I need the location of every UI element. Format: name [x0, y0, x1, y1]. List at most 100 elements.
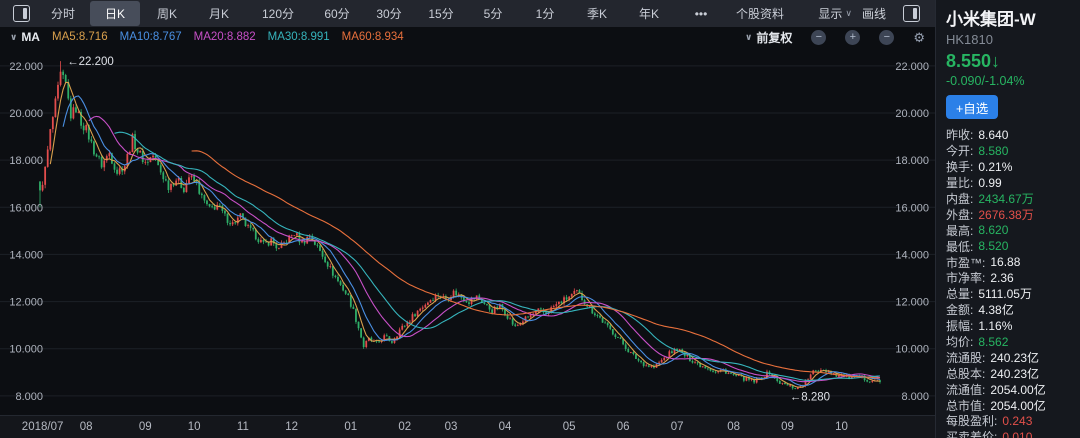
ma-indicator-bar: ∨ MA MA5:8.716 MA10:8.767 MA20:8.882 MA30:8…	[0, 27, 935, 47]
settings-gear-icon[interactable]: ⚙	[913, 31, 925, 44]
x-axis-label: 08	[727, 421, 740, 433]
stat-value: 2054.00亿	[990, 382, 1046, 397]
stat-label: 买卖差价:	[946, 430, 998, 438]
svg-text:18.000: 18.000	[9, 155, 43, 167]
collapse-button[interactable]: −	[879, 29, 895, 45]
stat-row: 流通值: 2054.00亿	[946, 381, 1074, 397]
tab-more-periods[interactable]: •••	[676, 3, 726, 25]
stat-value: 1.16%	[978, 318, 1013, 333]
tab-weekly-k[interactable]: 周K	[142, 1, 192, 26]
stat-row: 流通股: 240.23亿	[946, 349, 1074, 365]
x-axis-label: 10	[187, 421, 201, 433]
svg-text:20.000: 20.000	[9, 108, 43, 120]
stat-row: 均价: 8.562	[946, 334, 1074, 350]
display-label: 显示	[818, 7, 843, 21]
tab-daily-k[interactable]: 日K	[90, 1, 140, 26]
adjust-mode-label: 前复权	[756, 30, 793, 45]
svg-text:←8.280: ←8.280	[790, 391, 830, 403]
stat-value: 0.010	[1002, 429, 1033, 438]
tab-stock-info[interactable]: 个股资料	[728, 1, 792, 26]
tab-timeshare[interactable]: 分时	[38, 1, 88, 26]
stat-label: 总量:	[946, 287, 974, 302]
svg-text:14.000: 14.000	[895, 249, 929, 261]
chevron-down-icon: ∨	[745, 31, 753, 42]
tab-30min[interactable]: 30分	[364, 1, 414, 26]
stat-label: 振幅:	[946, 319, 974, 334]
draw-line-label: 画线	[861, 7, 886, 21]
x-axis-label: 09	[781, 421, 794, 433]
period-toolbar: 分时 日K 周K 月K 120分 60分 30分 15分 5分 1分 季K 年K ••• 个股资料 显示 …	[0, 0, 935, 27]
stat-row: 最低: 8.520	[946, 238, 1074, 254]
stat-label: 金额:	[946, 303, 974, 318]
period-tabs: 分时 日K 周K 月K 120分 60分 30分 15分 5分 1分 季K 年K ••• 个股资料	[37, 1, 793, 26]
tab-quarterly-k[interactable]: 季K	[572, 1, 622, 26]
x-axis-label: 07	[670, 421, 684, 433]
right-panel-toggle-icon[interactable]	[903, 5, 920, 22]
display-menu[interactable]: 显示 ∨	[818, 5, 852, 22]
add-watchlist-button[interactable]: +自选	[946, 95, 999, 119]
stat-row: 每股盈利: 0.243	[946, 413, 1074, 429]
ma-legend-item: MA10:8.767	[119, 31, 182, 43]
chart-canvas[interactable]: 8.000 8.000 10.000 10.000 12.000 12.000 14.000…	[0, 0, 935, 438]
stat-label: 总市值:	[946, 398, 986, 413]
stat-label: 流通股:	[946, 350, 986, 365]
stat-label: 市盈™:	[946, 255, 986, 270]
stock-chart-app: 8.000 8.000 10.000 10.000 12.000 12.000 14.000…	[0, 0, 1080, 438]
ma-legend-item: MA5:8.716	[51, 31, 108, 43]
stat-row: 外盘: 2676.38万	[946, 206, 1074, 222]
stock-code: HK1810	[946, 32, 993, 47]
adjust-mode-menu[interactable]: ∨ 前复权	[745, 29, 792, 46]
ma-group-label: MA	[21, 30, 40, 44]
stat-row: 总股本: 240.23亿	[946, 365, 1074, 381]
stat-label: 每股盈利:	[946, 414, 998, 429]
svg-text:18.000: 18.000	[895, 155, 929, 167]
draw-line-button[interactable]: 画线	[862, 5, 886, 22]
svg-text:16.000: 16.000	[9, 202, 43, 214]
svg-text:8.000: 8.000	[15, 391, 43, 403]
layout-toggle-icon[interactable]	[13, 5, 30, 22]
tab-15min[interactable]: 15分	[416, 1, 466, 26]
chart-main-area: 8.000 8.000 10.000 10.000 12.000 12.000 14.000…	[0, 0, 935, 438]
tab-60min[interactable]: 60分	[312, 1, 362, 26]
stat-row: 买卖差价: 0.010	[946, 429, 1074, 438]
x-axis-label: 12	[285, 421, 299, 433]
toolbar-right-group: 显示 ∨ 画线	[818, 5, 927, 22]
stat-value: 16.88	[990, 255, 1021, 270]
stat-value: 8.520	[978, 239, 1009, 254]
svg-text:8.000: 8.000	[901, 391, 929, 403]
stat-label: 市净率:	[946, 271, 986, 286]
x-axis-label: 08	[79, 421, 93, 433]
tab-yearly-k[interactable]: 年K	[624, 1, 674, 26]
svg-text:22.000: 22.000	[895, 61, 929, 73]
stat-value: 8.562	[978, 334, 1009, 349]
tab-5min[interactable]: 5分	[468, 1, 518, 26]
stat-value: 2054.00亿	[990, 398, 1046, 413]
zoom-out-button[interactable]: −	[811, 29, 827, 45]
x-axis-label: 02	[398, 421, 412, 433]
stat-value: 0.99	[978, 175, 1002, 190]
chevron-down-icon: ∨	[845, 8, 852, 18]
tab-monthly-k[interactable]: 月K	[194, 1, 244, 26]
stat-value: 5111.05万	[978, 287, 1032, 302]
stat-value: 4.38亿	[978, 303, 1014, 318]
svg-text:16.000: 16.000	[895, 202, 929, 214]
ma-legend-item: MA30:8.991	[267, 31, 330, 43]
stat-label: 均价:	[946, 335, 974, 350]
ma-legend: MA5:8.716 MA10:8.767 MA20:8.882 MA30:8.991 M…	[52, 31, 404, 43]
price-change: -0.090/-1.04%	[946, 74, 1025, 88]
stat-value: 2434.67万	[978, 192, 1034, 207]
stat-row: 振幅: 1.16%	[946, 318, 1074, 334]
x-axis-label: 04	[498, 421, 512, 433]
stat-value: 240.23亿	[990, 350, 1040, 365]
x-axis-label: 10	[835, 421, 848, 433]
stat-value: 8.640	[978, 127, 1009, 142]
stat-row: 市净率: 2.36	[946, 270, 1074, 286]
ma-group-toggle[interactable]: ∨ MA	[10, 30, 40, 44]
svg-text:12.000: 12.000	[9, 297, 43, 309]
tab-1min[interactable]: 1分	[520, 1, 570, 26]
x-axis-label: 01	[344, 421, 358, 433]
ma-legend-item: MA60:8.934	[341, 31, 404, 43]
zoom-in-button[interactable]: +	[845, 29, 861, 45]
stat-row: 今开: 8.580	[946, 143, 1074, 159]
tab-120min[interactable]: 120分	[246, 1, 310, 26]
